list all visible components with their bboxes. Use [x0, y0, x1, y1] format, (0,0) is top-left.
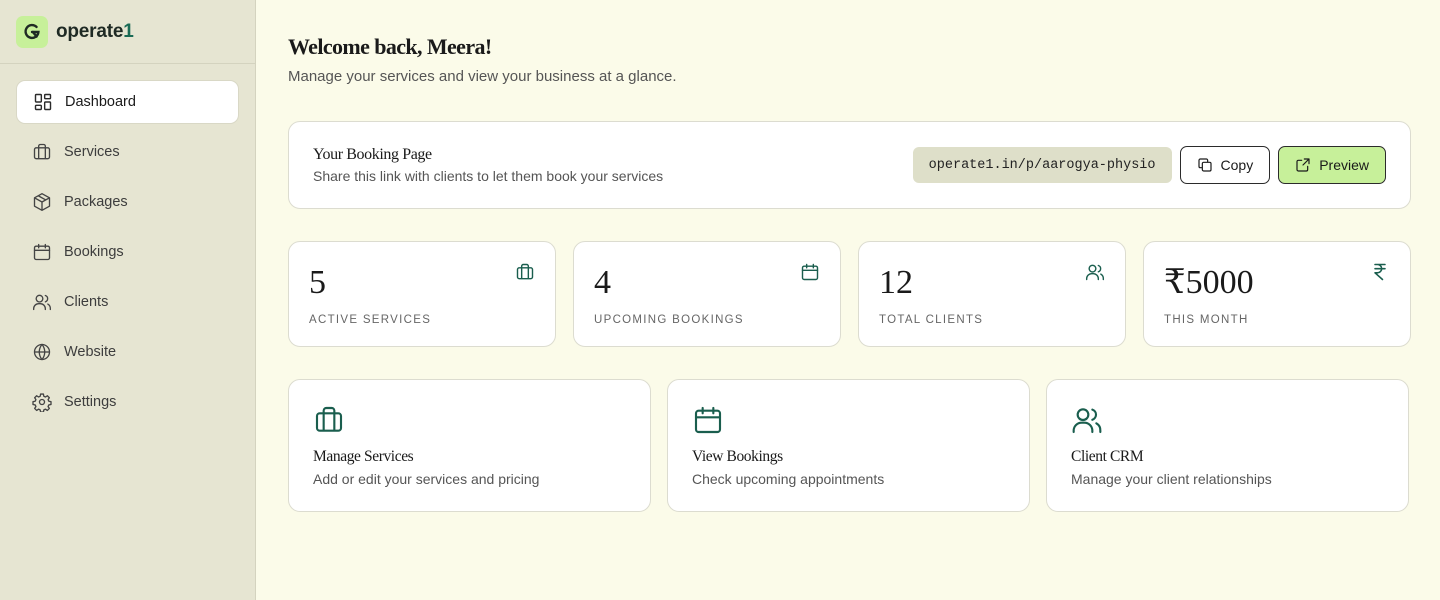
globe-icon	[32, 342, 52, 362]
dashboard-icon	[33, 92, 53, 112]
brand-name-main: operate	[56, 20, 124, 42]
users-icon	[32, 292, 52, 312]
manage-services-card[interactable]: Manage Services Add or edit your service…	[288, 379, 651, 512]
calendar-icon	[32, 242, 52, 262]
stat-label: Upcoming Bookings	[594, 314, 744, 326]
preview-button-label: Preview	[1319, 157, 1369, 173]
preview-button[interactable]: Preview	[1278, 146, 1386, 184]
quick-actions: Manage Services Add or edit your service…	[288, 379, 1411, 512]
stat-label: This Month	[1164, 314, 1249, 326]
stat-value: 5	[309, 264, 326, 301]
page-subtitle: Manage your services and view your busin…	[288, 68, 677, 85]
stats-row: 5 Active Services 4 Upcoming Bookings	[288, 241, 1411, 347]
sidebar-item-label: Bookings	[64, 244, 124, 260]
copy-icon	[1197, 158, 1212, 172]
view-bookings-card[interactable]: View Bookings Check upcoming appointment…	[667, 379, 1030, 512]
sidebar-item-label: Settings	[64, 394, 117, 410]
booking-page-card: Your Booking Page Share this link with c…	[288, 121, 1411, 209]
users-icon	[1085, 262, 1105, 282]
briefcase-icon	[515, 262, 535, 282]
page-title: Welcome back, Meera!	[288, 34, 492, 59]
sidebar-item-label: Dashboard	[65, 94, 136, 110]
gear-icon	[32, 392, 52, 412]
stat-value: 4	[594, 264, 611, 301]
stat-card-total-clients: 12 Total Clients	[858, 241, 1126, 347]
stat-card-this-month: ₹5000 This Month	[1143, 241, 1411, 347]
booking-page-title: Your Booking Page	[313, 146, 432, 163]
sidebar-item-clients[interactable]: Clients	[16, 280, 239, 324]
stat-card-upcoming-bookings: 4 Upcoming Bookings	[573, 241, 841, 347]
sidebar-item-packages[interactable]: Packages	[16, 180, 239, 224]
rupee-icon	[1370, 262, 1390, 282]
brand-name: operate1	[56, 21, 134, 43]
users-icon	[1071, 404, 1103, 436]
client-crm-card[interactable]: Client CRM Manage your client relationsh…	[1046, 379, 1409, 512]
brand[interactable]: operate1	[0, 0, 255, 64]
action-title: Client CRM	[1071, 448, 1144, 465]
brand-name-accent: 1	[123, 20, 134, 42]
stat-label: Active Services	[309, 314, 432, 326]
sidebar-item-settings[interactable]: Settings	[16, 380, 239, 424]
stat-value: ₹5000	[1164, 264, 1254, 301]
calendar-icon	[800, 262, 820, 282]
action-title: Manage Services	[313, 448, 414, 465]
sidebar-item-label: Services	[64, 144, 120, 160]
brand-logo-icon	[16, 15, 48, 48]
booking-page-info: Your Booking Page Share this link with c…	[313, 146, 663, 184]
sidebar-item-label: Packages	[64, 194, 128, 210]
sidebar-nav: Dashboard Services Packages Bookings Cli…	[0, 64, 255, 446]
action-description: Check upcoming appointments	[692, 471, 885, 487]
external-link-icon	[1296, 158, 1310, 172]
booking-link[interactable]: operate1.in/p/aarogya-physio	[912, 147, 1172, 183]
copy-button-label: Copy	[1220, 157, 1254, 173]
action-title: View Bookings	[692, 448, 783, 465]
action-description: Manage your client relationships	[1071, 471, 1272, 487]
stat-card-active-services: 5 Active Services	[288, 241, 556, 347]
booking-page-description: Share this link with clients to let them…	[313, 168, 664, 184]
sidebar-item-website[interactable]: Website	[16, 330, 239, 374]
sidebar-item-dashboard[interactable]: Dashboard	[16, 80, 239, 124]
action-description: Add or edit your services and pricing	[313, 471, 540, 487]
briefcase-icon	[313, 404, 345, 436]
sidebar-item-services[interactable]: Services	[16, 130, 239, 174]
package-icon	[32, 192, 52, 212]
sidebar: operate1 Dashboard Services Packages Boo…	[0, 0, 256, 600]
calendar-icon	[692, 404, 724, 436]
main-content: Welcome back, Meera! Manage your service…	[256, 0, 1440, 600]
app-root: operate1 Dashboard Services Packages Boo…	[0, 0, 1440, 600]
stat-value: 12	[879, 264, 913, 301]
sidebar-item-bookings[interactable]: Bookings	[16, 230, 239, 274]
briefcase-icon	[32, 142, 52, 162]
booking-page-actions: operate1.in/p/aarogya-physio Copy Previe…	[912, 146, 1386, 184]
sidebar-item-label: Website	[64, 344, 117, 360]
stat-label: Total Clients	[879, 314, 984, 326]
copy-button[interactable]: Copy	[1179, 146, 1271, 184]
sidebar-item-label: Clients	[64, 294, 109, 310]
